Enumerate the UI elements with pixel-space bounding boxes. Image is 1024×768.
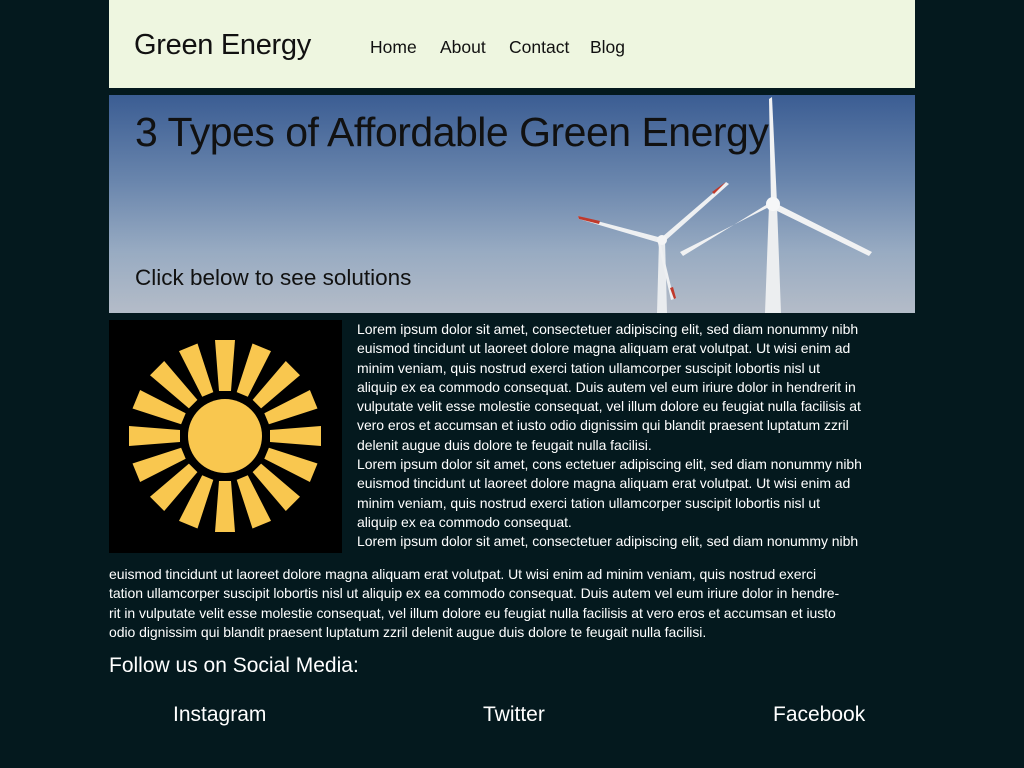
text-line: delenit augue duis dolore te feugait nul… [357, 436, 652, 453]
text-line: vulputate velit esse molestie consequat,… [357, 398, 861, 415]
sun-icon [129, 340, 321, 532]
nav-about[interactable]: About [440, 37, 486, 58]
text-line: euismod tincidunt ut laoreet dolore magn… [357, 340, 851, 357]
text-line: odio dignissim qui blandit praesent lupt… [109, 623, 707, 640]
social-heading: Follow us on Social Media: [109, 654, 359, 677]
nav-home[interactable]: Home [370, 37, 417, 58]
nav-contact[interactable]: Contact [509, 37, 569, 58]
hero-title: 3 Types of Affordable Green Energy [135, 109, 769, 155]
body-text: euismod tincidunt ut laoreet dolore magn… [109, 565, 919, 642]
intro-text: Lorem ipsum dolor sit amet, consectetuer… [357, 320, 917, 552]
hero-subtitle: Click below to see solutions [135, 265, 412, 290]
text-line: Lorem ipsum dolor sit amet, consectetuer… [357, 533, 859, 550]
twitter-link[interactable]: Twitter [483, 703, 545, 727]
text-line: Lorem ipsum dolor sit amet, cons ectetue… [357, 456, 862, 473]
nav-blog[interactable]: Blog [590, 37, 625, 58]
text-line: euismod tincidunt ut laoreet dolore magn… [109, 566, 817, 582]
text-line: aliquip ex ea commodo consequat. Duis au… [357, 378, 856, 395]
sun-ray [215, 481, 235, 532]
instagram-link[interactable]: Instagram [173, 703, 266, 727]
brand-logo-text[interactable]: Green Energy [134, 29, 311, 62]
sun-ray [129, 426, 180, 446]
text-line: euismod tincidunt ut laoreet dolore magn… [357, 475, 851, 492]
sun-ray [215, 340, 235, 391]
text-line: minim veniam, quis nostrud exerci tation… [357, 359, 820, 376]
text-line: minim veniam, quis nostrud exerci tation… [357, 494, 820, 511]
text-line: aliquip ex ea commodo consequat. [357, 513, 572, 530]
sun-image [109, 320, 342, 553]
text-line: rit in vulputate velit esse molestie con… [109, 604, 836, 621]
text-line: vero eros et accumsan et iusto odio dign… [357, 417, 849, 434]
text-line: tation ullamcorper suscipit lobortis nis… [109, 585, 840, 602]
site-header: Green Energy Home About Contact Blog [109, 0, 915, 88]
sun-ray [270, 426, 321, 446]
text-line: Lorem ipsum dolor sit amet, consectetuer… [357, 321, 859, 337]
turbine-tower [765, 205, 781, 313]
sun-disc [188, 399, 262, 473]
facebook-link[interactable]: Facebook [773, 703, 865, 727]
hero-banner: 3 Types of Affordable Green Energy Click… [109, 95, 915, 313]
